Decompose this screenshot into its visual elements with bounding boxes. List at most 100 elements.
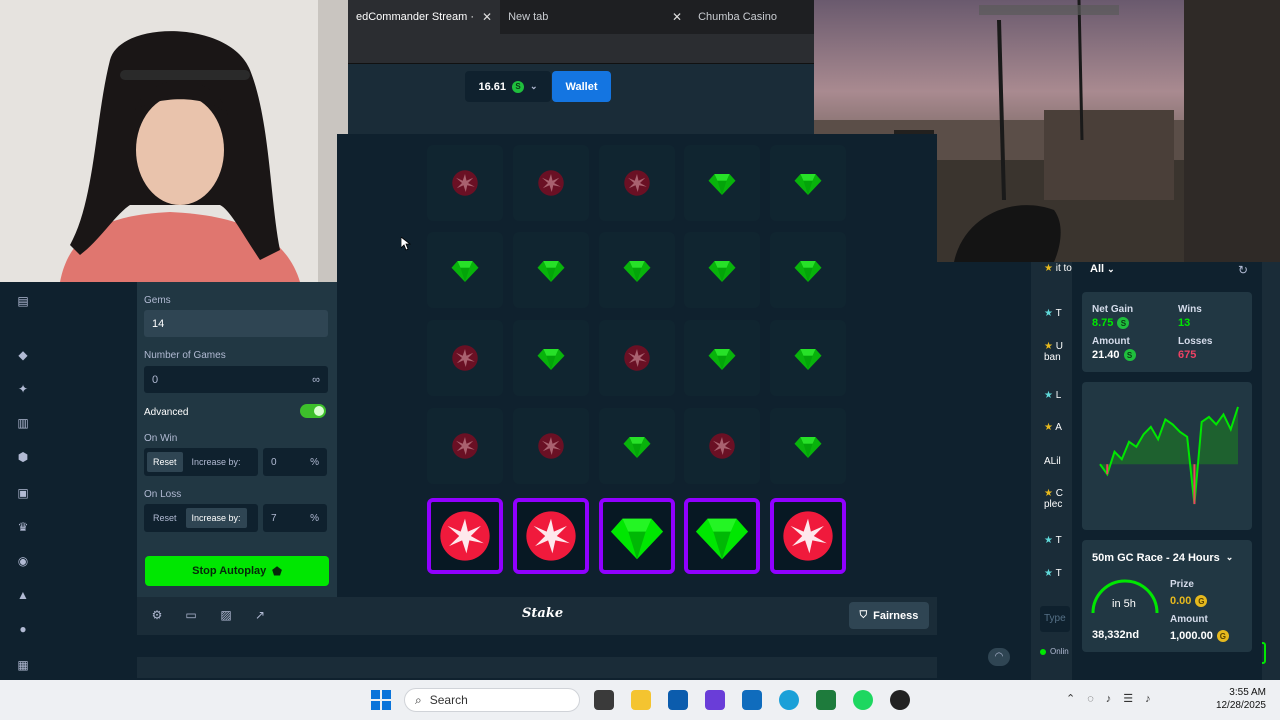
chat-input[interactable]: Type [1040, 606, 1070, 632]
support-icon[interactable]: ◉ [16, 554, 30, 568]
mines-tile[interactable] [599, 408, 675, 484]
menu-icon[interactable]: ▤ [16, 294, 30, 308]
tab-new[interactable]: New tab ✕ [500, 0, 690, 34]
gift-icon[interactable]: ▣ [16, 486, 30, 500]
taskbar-clock[interactable]: 3:55 AM 12/28/2025 [1200, 686, 1266, 712]
stats-filter[interactable]: All ⌄ [1090, 263, 1115, 275]
race-amount-label: Amount [1170, 614, 1208, 625]
balance-selector[interactable]: 16.61 S ⌄ [465, 71, 551, 102]
on-loss-value: 7 [271, 512, 277, 524]
grid-icon[interactable]: ▦ [16, 658, 30, 672]
on-loss-input[interactable]: 7 % [263, 504, 327, 532]
number-of-games-input[interactable]: 0 ∞ [144, 366, 328, 393]
close-icon[interactable]: ✕ [672, 10, 682, 24]
task-view-icon[interactable] [594, 690, 614, 710]
mines-tile[interactable] [684, 145, 760, 221]
mines-tile[interactable] [770, 498, 846, 574]
mines-tile[interactable] [770, 320, 846, 396]
mines-tile[interactable] [427, 320, 503, 396]
gems-value: 14 [152, 317, 165, 330]
mine-icon [526, 511, 576, 561]
sweeps-coin-icon: S [1117, 317, 1130, 329]
number-of-games-value: 0 [152, 373, 159, 386]
address-bar[interactable] [348, 34, 814, 64]
mines-tile[interactable] [684, 320, 760, 396]
headset-icon[interactable]: ◠ [988, 648, 1010, 666]
stop-autoplay-button[interactable]: Stop Autoplay ⬟ [145, 556, 329, 586]
copilot-icon[interactable] [705, 690, 725, 710]
fairness-button[interactable]: ⛉ Fairness [849, 602, 929, 629]
mines-tile[interactable] [684, 408, 760, 484]
refresh-icon[interactable]: ↻ [1238, 263, 1248, 277]
casino-icon[interactable]: ◆ [16, 348, 30, 362]
mines-tile[interactable] [513, 232, 589, 308]
net-gain-amount: 8.75 [1092, 317, 1114, 329]
crown-icon[interactable]: ♛ [16, 520, 30, 534]
fairness-label: Fairness [873, 609, 919, 622]
edge-browser-icon[interactable] [779, 690, 799, 710]
vip-star-icon: ★ [1044, 488, 1053, 499]
mines-tile[interactable] [599, 498, 675, 574]
shield-icon[interactable]: ⬢ [16, 450, 30, 464]
close-icon[interactable]: ✕ [482, 10, 492, 24]
mines-tile[interactable] [427, 498, 503, 574]
mines-tile[interactable] [684, 232, 760, 308]
infinity-icon[interactable]: ∞ [312, 374, 320, 386]
store-icon[interactable] [668, 690, 688, 710]
on-loss-increase-button[interactable]: Increase by: [185, 508, 247, 528]
mines-tile[interactable] [513, 498, 589, 574]
mines-tile[interactable] [684, 498, 760, 574]
obs-icon[interactable] [890, 690, 910, 710]
wallet-button[interactable]: Wallet [552, 71, 611, 102]
flask-icon[interactable]: ▲ [16, 588, 30, 602]
profit-chart-card [1082, 382, 1252, 530]
on-win-reset-button[interactable]: Reset [147, 452, 183, 472]
live-stats-icon[interactable]: ▨ [219, 608, 233, 622]
mines-tile[interactable] [770, 408, 846, 484]
percent-icon: % [310, 456, 319, 468]
vip-star-icon: ★ [1044, 422, 1053, 433]
mines-tile[interactable] [770, 145, 846, 221]
mines-tile[interactable] [513, 145, 589, 221]
on-win-increase-button[interactable]: Increase by: [186, 452, 247, 472]
terminal-icon[interactable] [816, 690, 836, 710]
mines-tile[interactable] [513, 408, 589, 484]
table-games-icon[interactable]: ▥ [16, 416, 30, 430]
online-indicator: Onlin [1040, 647, 1069, 656]
gold-coin-icon: G [1195, 595, 1208, 607]
mines-tile[interactable] [513, 320, 589, 396]
taskbar-search[interactable]: ⌕ Search [404, 688, 580, 712]
mines-tile[interactable] [599, 320, 675, 396]
chat-icon[interactable]: ● [16, 622, 30, 636]
advanced-toggle[interactable] [300, 404, 326, 418]
race-amount-value: 1,000.00 G [1170, 630, 1229, 642]
mines-tile[interactable] [599, 145, 675, 221]
chevron-down-icon: ⌄ [1107, 264, 1115, 274]
mines-tile[interactable] [427, 408, 503, 484]
spotify-icon[interactable] [853, 690, 873, 710]
outlook-icon[interactable] [742, 690, 762, 710]
on-loss-label: On Loss [144, 489, 182, 500]
file-explorer-icon[interactable] [631, 690, 651, 710]
race-title[interactable]: 50m GC Race - 24 Hours ⌄ [1092, 552, 1233, 564]
windows-start-icon[interactable] [371, 690, 391, 710]
on-win-input[interactable]: 0 % [263, 448, 327, 476]
tab-stream[interactable]: edCommander Stream · ✕ [348, 0, 501, 34]
mines-tile[interactable] [599, 232, 675, 308]
mines-tile[interactable] [427, 145, 503, 221]
mine-icon [538, 433, 564, 459]
on-loss-reset-button[interactable]: Reset [147, 508, 183, 528]
tab-chumba[interactable]: Chumba Casino [690, 0, 785, 34]
gems-field[interactable]: 14 [144, 310, 328, 337]
mines-tile[interactable] [770, 232, 846, 308]
system-tray-icons[interactable]: ⌃◌♪☰♪ [1066, 692, 1163, 705]
theatre-mode-icon[interactable]: ▭ [184, 608, 198, 622]
mines-tile[interactable] [427, 232, 503, 308]
sparkle-icon[interactable]: ✦ [16, 382, 30, 396]
popout-icon[interactable]: ↗ [253, 608, 267, 622]
chat-message: ALil [1044, 456, 1061, 467]
chat-message: ★ T [1044, 568, 1062, 579]
settings-icon[interactable]: ⚙ [150, 608, 164, 622]
losses-value: 675 [1178, 349, 1197, 361]
mouse-cursor-icon [401, 237, 411, 251]
